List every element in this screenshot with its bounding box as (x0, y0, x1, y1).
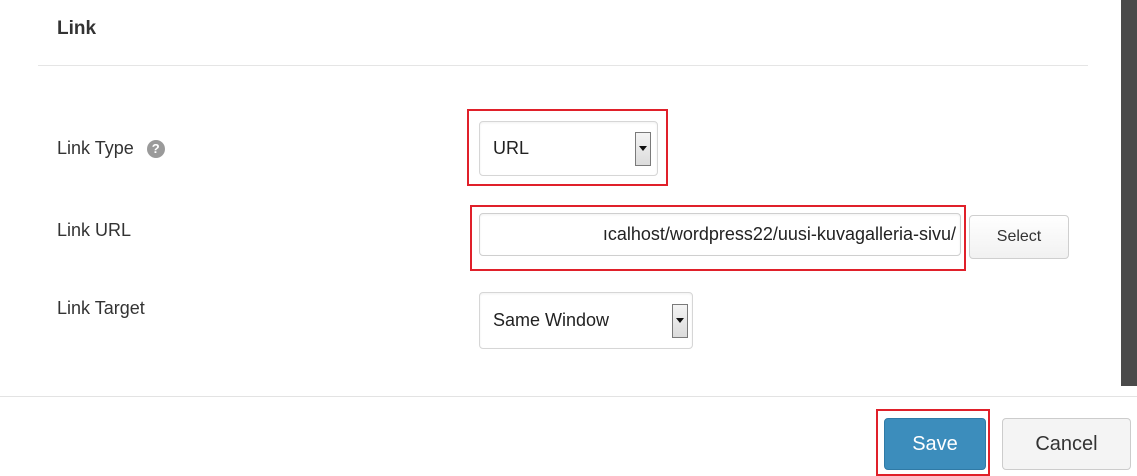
link-target-value: Same Window (493, 310, 610, 330)
link-dialog: Link Link Type ? URL Link URL ıcalhost/w… (0, 0, 1137, 476)
dropdown-arrow-button[interactable] (635, 131, 651, 166)
link-target-select[interactable]: Same Window (479, 292, 693, 349)
link-target-row-label: Link Target (57, 298, 145, 319)
scrollbar[interactable] (1121, 0, 1137, 386)
link-url-label: Link URL (57, 220, 132, 240)
cancel-button[interactable]: Cancel (1002, 418, 1131, 470)
link-url-value: ıcalhost/wordpress22/uusi-kuvagalleria-s… (602, 224, 956, 244)
link-type-row-label: Link Type ? (57, 138, 165, 159)
title-divider (38, 65, 1088, 66)
select-button[interactable]: Select (969, 215, 1069, 259)
link-url-row-label: Link URL (57, 220, 131, 241)
link-type-label: Link Type (57, 138, 134, 158)
footer-divider (0, 396, 1137, 397)
link-type-value: URL (493, 138, 530, 158)
link-target-label: Link Target (57, 298, 145, 318)
dialog-title: Link (57, 18, 97, 39)
link-url-input[interactable]: ıcalhost/wordpress22/uusi-kuvagalleria-s… (479, 213, 961, 256)
chevron-down-icon (639, 146, 647, 151)
dropdown-arrow-button[interactable] (672, 303, 688, 338)
chevron-down-icon (676, 318, 684, 323)
link-type-select[interactable]: URL (479, 121, 658, 176)
save-button[interactable]: Save (884, 418, 986, 470)
question-circle-icon[interactable]: ? (146, 139, 165, 158)
